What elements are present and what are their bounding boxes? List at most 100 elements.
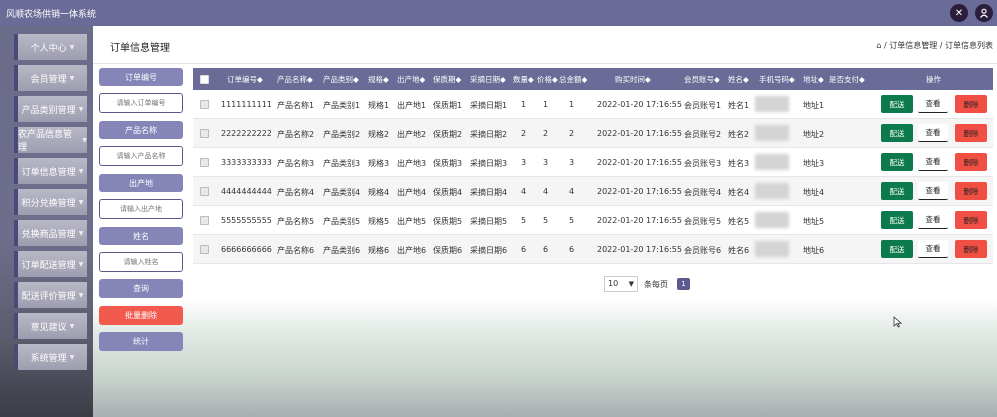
delete-button[interactable]: 删除	[955, 211, 987, 229]
sidebar-item-delivery[interactable]: 订单配送管理 ▼	[14, 251, 87, 277]
delete-button[interactable]: 删除	[955, 95, 987, 113]
page-size-value: 10	[608, 279, 619, 288]
delete-button[interactable]: 删除	[955, 124, 987, 142]
column-header[interactable]: 价格◆	[537, 74, 558, 85]
cell-address: 地址3	[803, 159, 825, 168]
column-header[interactable]: 保质期◆	[433, 74, 461, 85]
search-button[interactable]: 查询	[99, 279, 183, 298]
cell-category: 产品类别4	[323, 188, 361, 197]
cell-shelf-life: 保质期6	[433, 246, 463, 255]
column-header[interactable]: 数量◆	[513, 74, 534, 85]
order-no-input[interactable]	[99, 93, 183, 113]
column-header[interactable]: 产品类别◆	[323, 74, 359, 85]
sidebar-item-label: 产品类别管理	[21, 105, 76, 116]
sidebar-item-suggestions[interactable]: 意见建议 ▼	[14, 313, 87, 339]
delete-button[interactable]: 删除	[955, 153, 987, 171]
cell-phone-redacted	[755, 154, 789, 170]
cell-account: 会员账号2	[684, 130, 722, 139]
view-button[interactable]: 查看	[918, 95, 948, 113]
cell-product: 产品名称4	[277, 188, 315, 197]
cell-phone-redacted	[755, 183, 789, 199]
chevron-down-icon: ▼	[69, 353, 75, 361]
cell-spec: 规格1	[368, 101, 390, 110]
deliver-button[interactable]: 配送	[881, 153, 913, 171]
column-header[interactable]: 是否支付◆	[829, 74, 865, 85]
view-button[interactable]: 查看	[918, 211, 948, 229]
column-header[interactable]: 订单编号◆	[227, 74, 263, 85]
breadcrumb[interactable]: ⌂ / 订单信息管理 / 订单信息列表	[876, 40, 993, 51]
view-button[interactable]: 查看	[918, 182, 948, 200]
cell-product: 产品名称5	[277, 217, 315, 226]
column-header[interactable]: 出产地◆	[397, 74, 425, 85]
view-button[interactable]: 查看	[918, 153, 948, 171]
cell-origin: 出产地3	[397, 159, 427, 168]
delete-button[interactable]: 删除	[955, 182, 987, 200]
deliver-button[interactable]: 配送	[881, 95, 913, 113]
row-checkbox[interactable]	[200, 100, 209, 109]
user-icon[interactable]	[975, 4, 993, 22]
sidebar-item-exchange-goods[interactable]: 兑换商品管理 ▼	[14, 220, 87, 246]
batch-delete-button[interactable]: 批量删除	[99, 306, 183, 325]
cell-account: 会员账号3	[684, 159, 722, 168]
cell-phone-redacted	[755, 241, 789, 257]
column-header[interactable]: 地址◆	[803, 74, 824, 85]
origin-input[interactable]	[99, 199, 183, 219]
cell-spec: 规格5	[368, 217, 390, 226]
stats-button[interactable]: 统计	[99, 332, 183, 351]
column-header[interactable]: 姓名◆	[728, 74, 749, 85]
column-header[interactable]: 会员账号◆	[684, 74, 720, 85]
cell-pick-date: 采摘日期3	[470, 159, 508, 168]
sidebar-item-orders[interactable]: 订单信息管理 ▼	[14, 158, 87, 184]
sidebar-item-personal-center[interactable]: 个人中心 ▼	[14, 34, 87, 60]
column-header[interactable]: 手机号码◆	[759, 74, 795, 85]
column-header[interactable]: 总金额◆	[559, 74, 587, 85]
app-title: 风顺农场供销一体系统	[6, 10, 97, 20]
column-header[interactable]: 规格◆	[368, 74, 389, 85]
cell-spec: 规格4	[368, 188, 390, 197]
row-checkbox[interactable]	[200, 129, 209, 138]
column-header[interactable]: 产品名称◆	[277, 74, 313, 85]
cell-name: 姓名5	[728, 217, 750, 226]
cell-address: 地址5	[803, 217, 825, 226]
cell-qty: 3	[521, 158, 527, 167]
filter-label-origin: 出产地	[99, 174, 183, 192]
page-button-current[interactable]: 1	[677, 278, 690, 290]
filter-label-name: 姓名	[99, 227, 183, 245]
product-name-input[interactable]	[99, 146, 183, 166]
page-size-select[interactable]: 10 ▼	[604, 276, 638, 292]
select-all-checkbox[interactable]	[200, 75, 209, 84]
expand-arrows-icon[interactable]: ✕	[950, 4, 968, 22]
chevron-down-icon: ▼	[82, 136, 87, 144]
sidebar-item-delivery-reviews[interactable]: 配送评价管理 ▼	[14, 282, 87, 308]
cell-price: 1	[543, 100, 549, 109]
view-button[interactable]: 查看	[918, 124, 948, 142]
deliver-button[interactable]: 配送	[881, 182, 913, 200]
deliver-button[interactable]: 配送	[881, 124, 913, 142]
cell-address: 地址2	[803, 130, 825, 139]
sidebar-item-products[interactable]: 农产品信息管理 ▼	[14, 127, 87, 153]
row-checkbox[interactable]	[200, 245, 209, 254]
column-header[interactable]: 采摘日期◆	[470, 74, 506, 85]
table-row: 3333333333 产品名称3 产品类别3 规格3 出产地3 保质期3 采摘日…	[193, 148, 993, 177]
cell-order-no: 4444444444	[221, 187, 272, 196]
chevron-down-icon: ▼	[78, 167, 84, 175]
cell-origin: 出产地1	[397, 101, 427, 110]
cell-category: 产品类别3	[323, 159, 361, 168]
sidebar-item-members[interactable]: 会员管理 ▼	[14, 65, 87, 91]
deliver-button[interactable]: 配送	[881, 240, 913, 258]
cell-qty: 1	[521, 100, 527, 109]
view-button[interactable]: 查看	[918, 240, 948, 258]
sidebar-item-system[interactable]: 系统管理 ▼	[14, 344, 87, 370]
name-input[interactable]	[99, 252, 183, 272]
sidebar-item-points-exchange[interactable]: 积分兑换管理 ▼	[14, 189, 87, 215]
row-checkbox[interactable]	[200, 187, 209, 196]
sidebar-item-categories[interactable]: 产品类别管理 ▼	[14, 96, 87, 122]
deliver-button[interactable]: 配送	[881, 211, 913, 229]
column-header[interactable]: 购买时间◆	[615, 74, 651, 85]
cell-shelf-life: 保质期5	[433, 217, 463, 226]
row-checkbox[interactable]	[200, 158, 209, 167]
row-checkbox[interactable]	[200, 216, 209, 225]
cell-pick-date: 采摘日期1	[470, 101, 508, 110]
sidebar-item-label: 兑换商品管理	[21, 229, 76, 240]
delete-button[interactable]: 删除	[955, 240, 987, 258]
